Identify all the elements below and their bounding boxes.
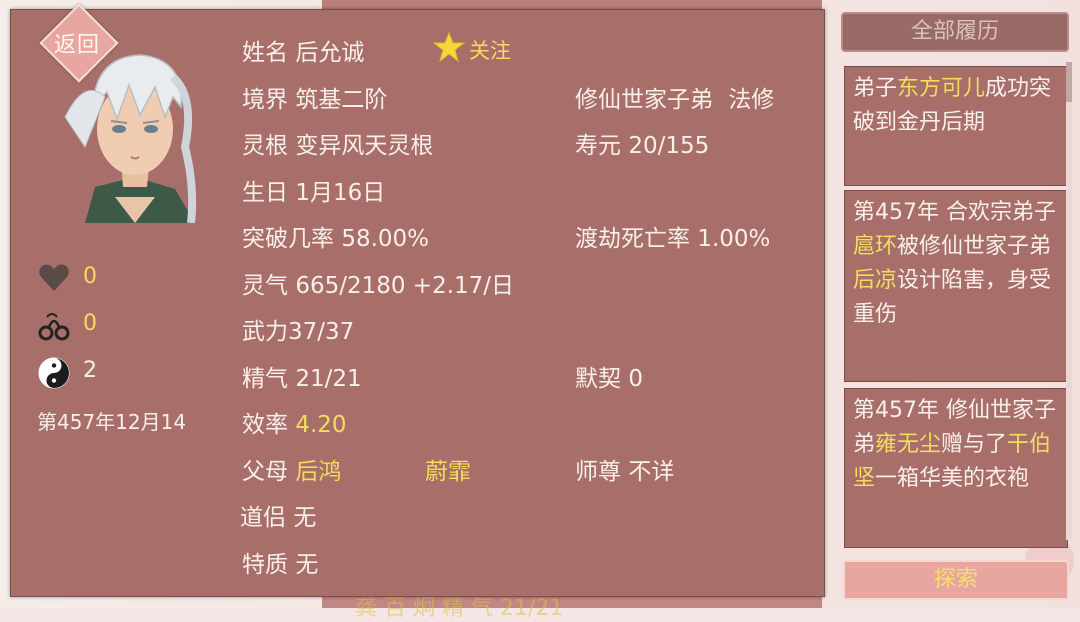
tribulation-value: 1.00% (697, 226, 771, 252)
partner-row: 道侣 无 (240, 498, 316, 532)
trait-label: 特质 (242, 552, 288, 578)
log2-name-1[interactable]: 扈环 (853, 234, 897, 259)
realm-row: 境界 筑基二阶 (242, 80, 387, 114)
qi-value: 665/2180 +2.17/日 (295, 273, 515, 299)
master-value: 不详 (628, 459, 675, 485)
yinyang-value: 2 (83, 358, 97, 383)
tacit-row: 默契 0 (575, 359, 643, 393)
partner-value: 无 (293, 505, 317, 531)
tribulation-row: 渡劫死亡率 1.00% (575, 219, 770, 253)
bonds-value: 0 (83, 311, 97, 336)
yinyang-icon (38, 357, 70, 389)
mother-link[interactable]: 蔚霏 (425, 452, 471, 486)
tacit-label: 默契 (575, 366, 621, 392)
root-row: 灵根 变异风天灵根 (242, 126, 433, 160)
current-date: 第457年12月14 (37, 410, 187, 434)
lifespan-label: 寿元 (575, 133, 621, 159)
affection-value: 0 (83, 264, 97, 289)
follow-button[interactable]: 关注 (469, 35, 511, 65)
tribulation-label: 渡劫死亡率 (575, 226, 690, 252)
force-row: 武力37/37 (242, 312, 354, 346)
breakthrough-label: 突破几率 (242, 226, 334, 252)
breakthrough-value: 58.00% (341, 226, 430, 252)
father-link[interactable]: 后鸿 (295, 459, 341, 485)
efficiency-label: 效率 (242, 412, 288, 438)
log3-text-e: 一箱华美的衣袍 (875, 466, 1030, 491)
essence-value: 21/21 (295, 366, 362, 392)
character-panel: 返回 0 0 2 第457年12月14 姓名 后允诚 关注 境界 筑基二阶 灵根… (10, 3, 825, 597)
character-portrait (64, 54, 197, 223)
root-label: 灵根 (242, 133, 288, 159)
parents-label: 父母 (242, 459, 288, 485)
realm-label: 境界 (242, 87, 288, 113)
history-log-item: 弟子东方可儿成功突破到金丹后期 (844, 66, 1068, 186)
log3-text-c: 赠与了 (941, 432, 1008, 457)
realm-value: 筑基二阶 (295, 87, 388, 113)
history-log-item: 第457年 合欢宗弟子扈环被修仙世家子弟后凉设计陷害，身受重伤 (844, 190, 1068, 382)
identity-row: 修仙世家子弟 法修 (575, 80, 774, 114)
essence-row: 精气 21/21 (242, 359, 362, 393)
star-icon[interactable] (433, 31, 465, 63)
identity-value: 修仙世家子弟 (575, 87, 713, 113)
log2-text-c: 被修仙世家子弟 (897, 234, 1052, 259)
history-scrollbar-thumb[interactable] (1066, 62, 1072, 102)
history-scrollbar[interactable] (1066, 62, 1072, 540)
lifespan-row: 寿元 20/155 (575, 126, 709, 160)
log2-name-2[interactable]: 后凉 (853, 268, 897, 293)
log3-name-1[interactable]: 雍无尘 (875, 432, 941, 457)
parents-row: 父母 后鸿 (242, 452, 341, 486)
birthday-row: 生日 1月16日 (242, 173, 385, 207)
name-label: 姓名 (242, 40, 288, 66)
tacit-value: 0 (628, 366, 643, 392)
log1-text-a: 弟子 (853, 76, 898, 101)
qi-label: 灵气 (242, 273, 288, 299)
handcuffs-icon (38, 313, 70, 341)
partner-label: 道侣 (240, 505, 286, 531)
heart-icon (39, 264, 69, 291)
history-column: 全部履历 弟子东方可儿成功突破到金丹后期 第457年 合欢宗弟子扈环被修仙世家子… (840, 10, 1070, 608)
lifespan-value: 20/155 (628, 133, 710, 159)
explore-button[interactable]: 探索 (843, 560, 1069, 600)
force-label: 武力 (242, 319, 288, 345)
name-value: 后允诚 (295, 40, 365, 66)
birthday-value: 1月16日 (295, 180, 386, 206)
force-value: 37/37 (288, 319, 355, 345)
efficiency-value: 4.20 (295, 412, 347, 438)
root-value: 变异风天灵根 (295, 133, 434, 159)
qi-row: 灵气 665/2180 +2.17/日 (242, 266, 514, 300)
log1-name[interactable]: 东方可儿 (897, 76, 985, 101)
master-row: 师尊 不详 (575, 452, 674, 486)
trait-value: 无 (295, 552, 319, 578)
breakthrough-row: 突破几率 58.00% (242, 219, 429, 253)
log2-text-a: 第457年 合欢宗弟子 (853, 200, 1056, 225)
master-label: 师尊 (575, 459, 621, 485)
name-row: 姓名 后允诚 (242, 33, 364, 67)
school-value: 法修 (728, 87, 775, 113)
all-history-button[interactable]: 全部履历 (841, 12, 1069, 52)
birthday-label: 生日 (242, 180, 288, 206)
essence-label: 精气 (242, 366, 288, 392)
efficiency-row: 效率 4.20 (242, 405, 347, 439)
history-log-item: 第457年 修仙世家子弟雍无尘赠与了干伯坚一箱华美的衣袍 (844, 388, 1068, 548)
trait-row: 特质 无 (242, 545, 318, 579)
